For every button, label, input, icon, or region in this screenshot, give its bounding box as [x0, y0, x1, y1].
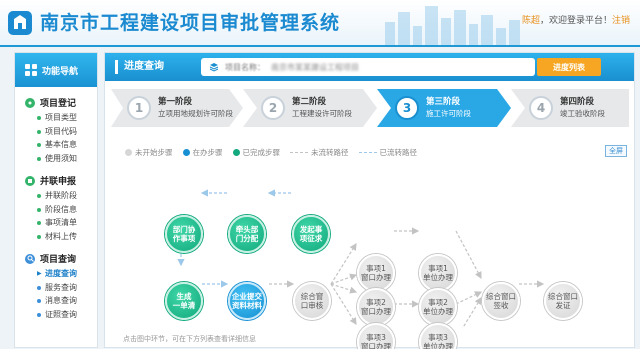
sidebar-title: 功能导航	[42, 66, 79, 77]
flow-node-sign[interactable]: 综合窗口 签收	[482, 282, 520, 320]
user-name: 陈超	[521, 16, 540, 26]
flow-node-lead-assign[interactable]: 牵头部 门分配	[228, 215, 266, 253]
sidebar-header: 功能导航	[15, 53, 97, 87]
sidebar-item[interactable]: 事项清单	[35, 216, 97, 230]
welcome-bar: 陈超，欢迎登录平台！注销	[522, 13, 630, 26]
project-selector[interactable]: 项目名称： 南京市某某建设工程项目	[201, 58, 535, 76]
sidebar-item[interactable]: 使用须知	[35, 152, 97, 166]
gear-icon	[25, 97, 35, 108]
section-title[interactable]: 项目查询	[15, 252, 97, 265]
flow-node-checklist[interactable]: 生成 一单清	[165, 282, 203, 320]
flow-node-issue[interactable]: 综合窗口 发证	[544, 282, 582, 320]
parallel-icon	[25, 175, 35, 186]
main-titlebar: 进度查询 项目名称： 南京市某某建设工程项目 进度列表	[105, 53, 634, 81]
project-value: 南京市某某建设工程项目	[271, 62, 359, 72]
not-started-dot-icon	[125, 149, 132, 156]
flow-hint: 点击图中环节，可在下方列表查看详细信息	[123, 335, 256, 343]
section-title[interactable]: 并联申报	[15, 174, 97, 187]
sidebar-item[interactable]: 消息查询	[35, 294, 97, 308]
flow-node-initiate[interactable]: 发起事 项征求	[292, 215, 330, 253]
sidebar-item[interactable]: 基本信息	[35, 138, 97, 152]
sidebar-item[interactable]: 项目代码	[35, 125, 97, 139]
flow-node-window-1[interactable]: 事项1 窗口办理	[357, 254, 395, 292]
skyline-decoration	[385, 6, 520, 45]
sidebar-item[interactable]: 材料上传	[35, 230, 97, 244]
stage-1[interactable]: 1 第一阶段 立项用地规划许可阶段	[111, 89, 233, 127]
search-icon	[25, 253, 35, 264]
logo-icon	[8, 11, 32, 35]
flow-node-review[interactable]: 综合窗 口审核	[293, 282, 331, 320]
done-path-icon	[358, 152, 377, 153]
sidebar-section-register: 项目登记 项目类型 项目代码 基本信息 使用须知	[15, 96, 97, 165]
section-title[interactable]: 项目登记	[15, 96, 97, 109]
progress-list-button[interactable]: 进度列表	[537, 58, 601, 76]
flow-node-unit-2[interactable]: 事项2 单位办理	[419, 288, 457, 326]
welcome-text: ，欢迎登录平台！	[539, 16, 612, 26]
process-flow: 部门协 作事项 牵头部 门分配 发起事 项征求 生成 一单清 企业提交 资料材料 综合窗口…	[105, 158, 634, 349]
project-label: 项目名称：	[225, 62, 265, 72]
sidebar-item[interactable]: 项目类型	[35, 111, 97, 125]
sidebar-item-active[interactable]: 进度查询	[35, 267, 97, 281]
flow-node-dept-coop[interactable]: 部门协 作事项	[165, 215, 203, 253]
fullscreen-button[interactable]: 全屏	[605, 145, 627, 157]
flow-node-unit-1[interactable]: 事项1 单位办理	[419, 254, 457, 292]
stage-bar: 1 第一阶段 立项用地规划许可阶段 2 第二阶段 工程建设许可阶段 3 第三阶段 施工…	[111, 89, 629, 127]
sidebar-item[interactable]: 并联阶段	[35, 189, 97, 203]
flow-node-submit[interactable]: 企业提交 资料材料	[228, 282, 266, 320]
grid-icon	[25, 64, 37, 76]
done-dot-icon	[232, 149, 240, 156]
header: 南京市工程建设项目审批管理系统 陈超，欢迎登录平台！注销	[0, 0, 640, 47]
flow-legend: 未开始步骤 在办步骤 已完成步骤 未流转路径 已流转路径	[125, 147, 417, 158]
stage-2[interactable]: 2 第二阶段 工程建设许可阶段	[245, 89, 352, 127]
flow-node-window-2[interactable]: 事项2 窗口办理	[357, 288, 395, 326]
stage-4[interactable]: 4 第四阶段 竣工验收阶段	[513, 89, 605, 127]
pending-path-icon	[290, 152, 308, 153]
sidebar: 功能导航 项目登记 项目类型 项目代码 基本信息 使用须知 并联申报 并联阶段 …	[14, 52, 98, 348]
main-panel: 进度查询 项目名称： 南京市某某建设工程项目 进度列表 1 第一阶段 立项用地规划…	[104, 52, 635, 349]
logout-link[interactable]: 注销	[612, 16, 630, 26]
sidebar-item[interactable]: 证照查询	[35, 308, 97, 322]
site-title: 南京市工程建设项目审批管理系统	[40, 12, 341, 34]
stage-3-current[interactable]: 3 第三阶段 施工许可阶段	[379, 89, 471, 127]
in-progress-dot-icon	[182, 149, 190, 156]
sidebar-item[interactable]: 服务查询	[35, 281, 97, 295]
sidebar-item[interactable]: 阶段信息	[35, 203, 97, 217]
page-title: 进度查询	[115, 60, 164, 74]
layers-icon	[209, 63, 219, 72]
sidebar-section-query: 项目查询 进度查询 服务查询 消息查询 证照查询	[15, 252, 97, 321]
sidebar-section-parallel: 并联申报 并联阶段 阶段信息 事项清单 材料上传	[15, 174, 97, 243]
